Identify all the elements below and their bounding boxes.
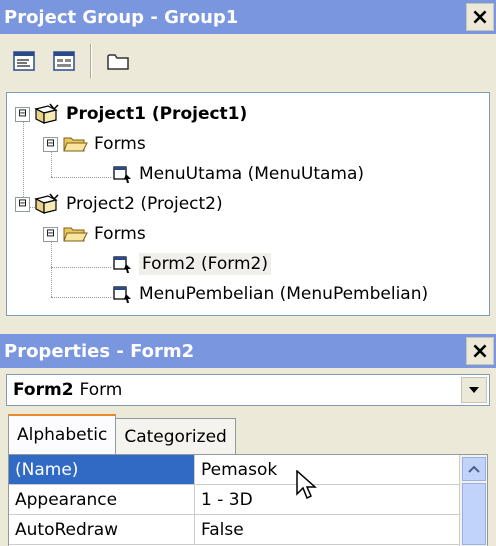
collapse-forms1-expander[interactable]: ⊟ <box>43 136 58 152</box>
tree-item-project1[interactable]: ⊟ Project1 (Project1) <box>15 99 247 129</box>
collapse-project1-expander[interactable]: ⊟ <box>15 106 30 122</box>
scroll-thumb[interactable] <box>462 483 486 545</box>
form-icon <box>113 256 131 273</box>
collapse-project2-expander[interactable]: ⊟ <box>15 196 30 212</box>
property-name[interactable]: (Name) <box>9 455 195 484</box>
vertical-scrollbar[interactable] <box>459 455 487 546</box>
project-icon <box>34 193 59 214</box>
tab-categorized[interactable]: Categorized <box>115 418 236 454</box>
tree-item-label: MenuPembelian (MenuPembelian) <box>139 284 429 304</box>
view-code-button[interactable] <box>6 43 42 79</box>
property-row[interactable]: Appearance 1 - 3D <box>9 485 459 515</box>
scroll-up-button[interactable] <box>462 457 486 481</box>
dropdown-arrow-button[interactable] <box>461 377 487 403</box>
properties-titlebar[interactable]: Properties - Form2 × <box>0 334 496 368</box>
tree-item-label: Forms <box>94 224 146 244</box>
tree-item-project2[interactable]: ⊟ Project2 (Project2) <box>15 189 223 219</box>
view-object-icon <box>53 51 75 71</box>
property-row[interactable]: (Name) Pemasok <box>9 455 459 485</box>
project-toolbar <box>0 38 496 84</box>
tree-item-form2[interactable]: Form2 (Form2) <box>111 249 271 279</box>
project-group-titlebar[interactable]: Project Group - Group1 × <box>0 0 496 34</box>
folder-open-icon <box>63 137 88 152</box>
tree-item-menupembelian[interactable]: MenuPembelian (MenuPembelian) <box>111 279 428 309</box>
toggle-folders-icon <box>107 54 129 70</box>
project-tree[interactable]: ⊟ Project1 (Project1) ⊟ Forms MenuUtama … <box>6 92 490 316</box>
project-group-close-button[interactable]: × <box>466 3 494 31</box>
project-icon <box>34 103 59 124</box>
property-row[interactable]: AutoRedraw False <box>9 515 459 545</box>
collapse-forms2-expander[interactable]: ⊟ <box>43 226 58 242</box>
mouse-pointer-icon <box>296 470 317 500</box>
property-value[interactable]: False <box>195 515 459 544</box>
properties-close-button[interactable]: × <box>466 337 494 365</box>
form-icon <box>113 166 131 183</box>
tree-item-label: Project2 (Project2) <box>66 194 223 214</box>
project-group-title: Project Group - Group1 <box>4 6 239 28</box>
view-object-button[interactable] <box>46 43 82 79</box>
chevron-up-icon <box>468 465 480 473</box>
properties-title: Properties - Form2 <box>4 340 195 362</box>
tree-item-menuutama[interactable]: MenuUtama (MenuUtama) <box>111 159 364 189</box>
object-name: Form2 <box>13 380 74 400</box>
toolbar-separator <box>90 44 92 78</box>
property-name[interactable]: Appearance <box>9 485 195 514</box>
tab-alphabetic[interactable]: Alphabetic <box>8 414 117 454</box>
folder-open-icon <box>63 227 88 242</box>
object-type: Form <box>79 380 123 400</box>
tree-item-label: Forms <box>94 134 146 154</box>
tree-item-forms-project1[interactable]: ⊟ Forms <box>43 129 146 159</box>
toggle-folders-button[interactable] <box>100 43 136 79</box>
property-value[interactable]: 1 - 3D <box>195 485 459 514</box>
property-grid: (Name) Pemasok Appearance 1 - 3D AutoRed… <box>8 454 488 546</box>
tree-item-label: Form2 (Form2) <box>139 253 271 275</box>
tree-item-label: MenuUtama (MenuUtama) <box>139 164 365 184</box>
chevron-down-icon <box>469 387 479 393</box>
tree-item-forms-project2[interactable]: ⊟ Forms <box>43 219 146 249</box>
view-code-icon <box>13 51 35 71</box>
object-dropdown[interactable]: Form2 Form <box>6 374 490 406</box>
tree-item-label: Project1 (Project1) <box>66 104 248 124</box>
properties-tabs: Alphabetic Categorized <box>8 414 236 454</box>
form-icon <box>113 286 131 303</box>
property-value[interactable]: Pemasok <box>195 455 459 484</box>
property-name[interactable]: AutoRedraw <box>9 515 195 544</box>
